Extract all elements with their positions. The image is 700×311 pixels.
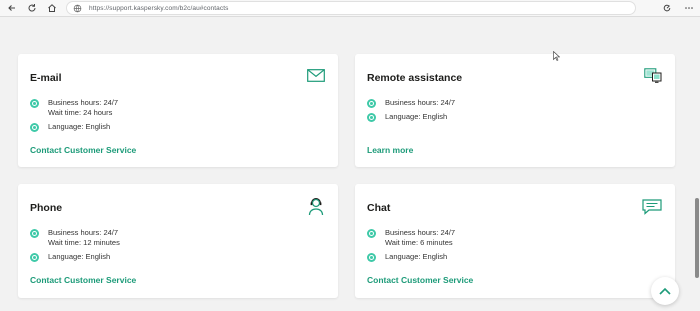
learn-more-link[interactable]: Learn more — [367, 145, 413, 155]
address-bar[interactable]: https://support.kaspersky.com/b2c/au#con… — [66, 1, 636, 15]
mouse-cursor-icon — [553, 48, 561, 66]
back-icon[interactable] — [6, 2, 18, 14]
info-text: Business hours: 24/7 — [48, 228, 119, 237]
contact-customer-service-link[interactable]: Contact Customer Service — [30, 145, 136, 155]
contact-customer-service-link[interactable]: Contact Customer Service — [30, 275, 136, 285]
remote-devices-icon — [644, 68, 662, 88]
scrollbar-thumb[interactable] — [695, 198, 699, 278]
back-to-top-button[interactable] — [651, 277, 679, 305]
info-row: Business hours: 24/7 Wait time: 24 hours — [30, 98, 118, 118]
chat-bubble-icon — [642, 199, 662, 220]
info-text: Business hours: 24/7 — [385, 98, 456, 107]
check-dot-icon — [367, 99, 376, 108]
info-row: Business hours: 24/7 — [367, 98, 455, 108]
info-row: Business hours: 24/7 Wait time: 6 minute… — [367, 228, 455, 248]
info-row: Language: English — [30, 252, 110, 262]
info-row: Language: English — [30, 122, 110, 132]
refresh-icon[interactable] — [26, 2, 38, 14]
browser-toolbar: https://support.kaspersky.com/b2c/au#con… — [0, 0, 700, 17]
check-dot-icon — [367, 113, 376, 122]
check-dot-icon — [30, 253, 39, 262]
check-dot-icon — [30, 99, 39, 108]
info-text: Language: English — [385, 252, 448, 261]
contact-customer-service-link[interactable]: Contact Customer Service — [367, 275, 473, 285]
info-row: Business hours: 24/7 Wait time: 12 minut… — [30, 228, 120, 248]
check-dot-icon — [30, 229, 39, 238]
url-text: https://support.kaspersky.com/b2c/au#con… — [89, 4, 229, 12]
remote-assistance-card: Remote assistance Business hours: 24/7 L… — [355, 54, 675, 167]
tracking-prevention-icon[interactable] — [661, 2, 673, 14]
card-title: Remote assistance — [367, 72, 463, 84]
home-icon[interactable] — [46, 2, 58, 14]
globe-icon — [73, 4, 82, 13]
phone-card: Phone Business hours: 24/7 Wait time: 12… — [18, 184, 338, 298]
card-title: Chat — [367, 202, 391, 214]
envelope-icon — [307, 69, 325, 87]
contacts-section: E-mail Business hours: 24/7 Wait time: 2… — [0, 18, 700, 311]
check-dot-icon — [30, 123, 39, 132]
more-options-icon[interactable] — [683, 2, 695, 14]
info-row: Language: English — [367, 112, 447, 122]
info-text: Business hours: 24/7 — [48, 98, 119, 107]
info-text: Wait time: 6 minutes — [385, 238, 453, 247]
info-text: Business hours: 24/7 — [385, 228, 456, 237]
chat-card: Chat Business hours: 24/7 Wait time: 6 m… — [355, 184, 675, 298]
card-title: Phone — [30, 202, 63, 214]
info-text: Language: English — [48, 252, 111, 261]
info-text: Language: English — [48, 122, 111, 131]
info-text: Language: English — [385, 112, 448, 121]
support-agent-icon — [308, 197, 324, 221]
info-row: Language: English — [367, 252, 447, 262]
info-text: Wait time: 24 hours — [48, 108, 113, 117]
card-title: E-mail — [30, 72, 62, 84]
check-dot-icon — [367, 253, 376, 262]
info-text: Wait time: 12 minutes — [48, 238, 120, 247]
email-card: E-mail Business hours: 24/7 Wait time: 2… — [18, 54, 338, 167]
chevron-up-icon — [659, 287, 671, 295]
check-dot-icon — [367, 229, 376, 238]
